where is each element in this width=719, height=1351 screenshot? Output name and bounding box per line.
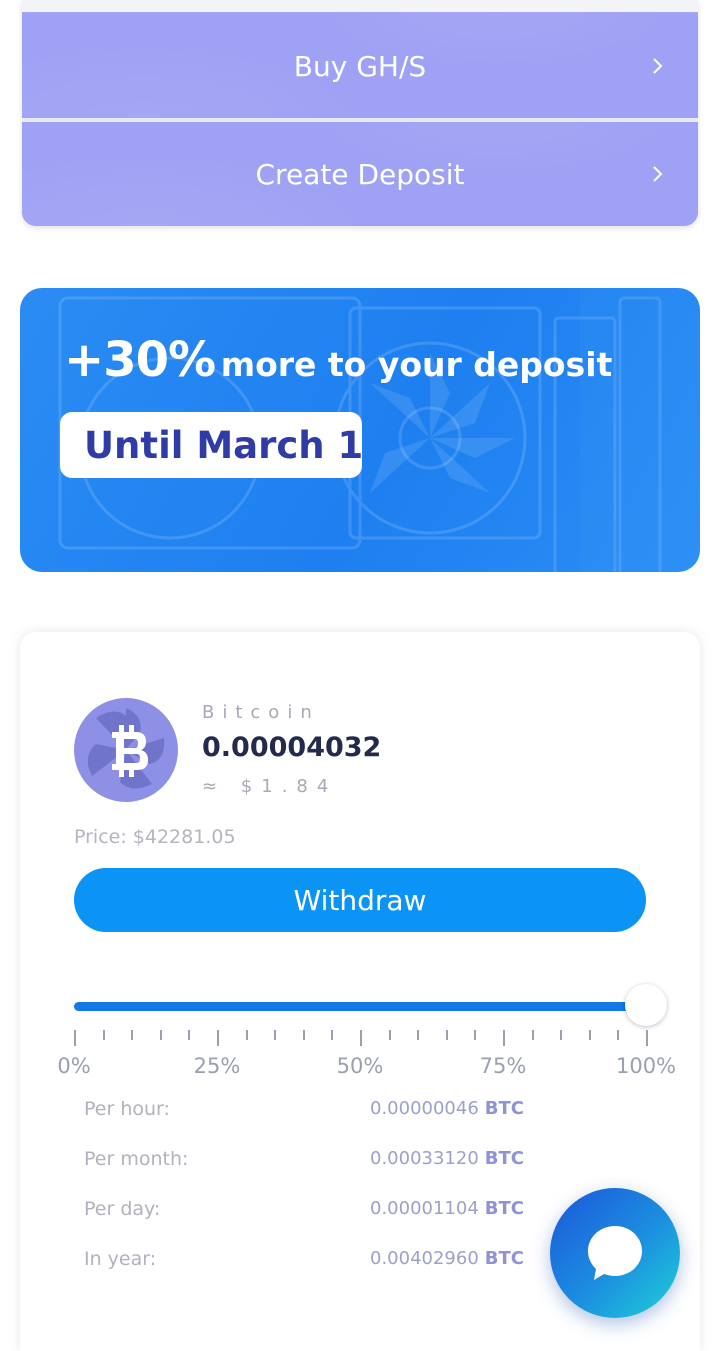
slider-tick <box>245 1030 248 1040</box>
slider-tick <box>302 1030 305 1040</box>
slider-tick-label: 0% <box>57 1054 91 1078</box>
coin-fiat-value: ≈ $1.84 <box>202 776 338 797</box>
slider-tick-label: 100% <box>615 1054 677 1078</box>
chat-button[interactable] <box>550 1188 680 1318</box>
slider-tick <box>588 1030 591 1040</box>
buy-ghs-button[interactable]: Buy GH/S <box>22 14 698 118</box>
stat-label-in-year: In year: <box>84 1248 157 1270</box>
stat-value-in-year: 0.00402960 BTC <box>370 1248 525 1269</box>
promo-deadline-pill: Until March 1 <box>60 412 363 478</box>
slider-tick <box>74 1030 76 1046</box>
slider-tick <box>474 1030 477 1040</box>
buy-ghs-label: Buy GH/S <box>293 49 427 83</box>
slider-tick <box>102 1030 105 1040</box>
stat-label-per-month: Per month: <box>84 1148 189 1170</box>
withdraw-slider-track[interactable] <box>74 1002 646 1011</box>
coin-balance: 0.00004032 <box>202 732 382 763</box>
stat-value-per-month: 0.00033120 BTC <box>370 1148 525 1169</box>
slider-tick <box>503 1030 505 1046</box>
slider-tick <box>188 1030 191 1040</box>
slider-ticks <box>74 1030 648 1050</box>
stat-value-per-day: 0.00001104 BTC <box>370 1198 525 1219</box>
slider-tick <box>331 1030 334 1040</box>
withdraw-slider-thumb[interactable] <box>625 984 667 1026</box>
create-deposit-label: Create Deposit <box>255 157 465 191</box>
slider-tick <box>131 1030 134 1040</box>
promo-highlight: +30% <box>64 332 216 388</box>
chat-bubble-icon <box>588 1226 642 1280</box>
slider-tick <box>360 1030 362 1046</box>
stat-value-per-hour: 0.00000046 BTC <box>370 1098 525 1119</box>
promo-text: more to your deposit <box>220 345 613 384</box>
chevron-right-icon <box>653 166 663 182</box>
promo-headline: +30% more to your deposit <box>64 332 612 388</box>
slider-tick <box>417 1030 420 1040</box>
coin-name: Bitcoin <box>202 702 320 723</box>
slider-tick <box>274 1030 277 1040</box>
create-deposit-button[interactable]: Create Deposit <box>22 122 698 226</box>
slider-tick <box>617 1030 620 1040</box>
chevron-right-icon <box>653 58 663 74</box>
coin-price: Price: $42281.05 <box>74 826 236 848</box>
slider-tick <box>531 1030 534 1040</box>
bitcoin-icon <box>74 698 178 802</box>
withdraw-slider-fill <box>74 1002 646 1011</box>
stat-label-per-day: Per day: <box>84 1198 161 1220</box>
promo-banner[interactable]: +30% more to your deposit Until March 1 <box>20 288 700 572</box>
slider-tick <box>388 1030 391 1040</box>
slider-tick <box>646 1030 648 1046</box>
slider-tick-label: 75% <box>479 1054 527 1078</box>
withdraw-button[interactable]: Withdraw <box>74 868 646 932</box>
slider-tick <box>560 1030 563 1040</box>
slider-tick-label: 50% <box>336 1054 384 1078</box>
slider-tick <box>217 1030 219 1046</box>
action-menu-card: Buy GH/S Create Deposit <box>22 0 698 226</box>
stat-label-per-hour: Per hour: <box>84 1098 170 1120</box>
slider-tick <box>159 1030 162 1040</box>
slider-tick <box>445 1030 448 1040</box>
slider-tick-label: 25% <box>193 1054 241 1078</box>
